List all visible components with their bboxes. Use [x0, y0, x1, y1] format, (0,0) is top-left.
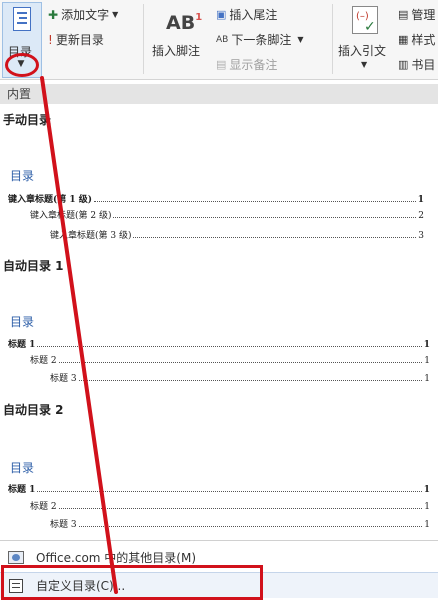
toc-heading: 目录	[10, 169, 35, 183]
gallery-title-auto-2: 自动目录 2	[3, 403, 64, 417]
insert-citation-icon: (–) ✓	[352, 6, 378, 35]
toc-entry: 键入章标题(第 1 级) 1	[8, 195, 424, 205]
citation-style-button[interactable]: ▦ 样式	[398, 31, 435, 48]
chevron-down-icon: ▼	[297, 35, 304, 44]
ab-icon-text: AB	[166, 12, 196, 34]
annotation-box	[1, 565, 263, 600]
show-notes-icon: ▤	[216, 58, 227, 71]
section-header-builtin: 内置	[0, 84, 438, 104]
citation-style-icon: ▦	[398, 33, 409, 46]
update-toc-button[interactable]: ! 更新目录	[48, 31, 104, 48]
ab-icon-sup: 1	[195, 12, 203, 23]
gallery-title-manual: 手动目录	[3, 113, 52, 127]
office-more-toc-label: Office.com 中的其他目录(M)	[36, 550, 197, 565]
insert-citation-dropdown[interactable]: ▼	[361, 60, 367, 69]
footnote-ab-icon: AB1	[166, 12, 202, 34]
bibliography-button[interactable]: ▥ 书目	[398, 56, 435, 73]
insert-endnote-button[interactable]: ▣ 插入尾注	[216, 6, 277, 23]
update-toc-label: 更新目录	[55, 33, 104, 47]
chevron-down-icon: ▼	[361, 60, 368, 69]
toc-icon	[13, 7, 31, 31]
menu-divider	[0, 540, 438, 541]
insert-citation-label: 插入引文	[338, 44, 387, 58]
toc-entry: 标题 11	[8, 340, 430, 350]
manage-sources-button[interactable]: ▤ 管理	[398, 6, 435, 23]
next-footnote-label: 下一条脚注	[231, 33, 292, 47]
show-notes-label: 显示备注	[229, 58, 278, 72]
office-globe-icon	[8, 550, 24, 564]
toc-heading: 目录	[10, 315, 35, 329]
endnote-icon: ▣	[216, 8, 227, 21]
insert-footnote-label: 插入脚注	[152, 44, 201, 58]
bibliography-icon: ▥	[398, 58, 409, 71]
toc-entry: 标题 11	[8, 485, 430, 495]
next-footnote-icon: AB	[216, 34, 229, 45]
add-text-button[interactable]: ✚ 添加文字 ▼	[48, 6, 118, 23]
toc-entry: 键入章标题(第 2 级) 2	[30, 211, 424, 221]
annotation-circle	[5, 53, 39, 77]
next-footnote-button[interactable]: AB 下一条脚注 ▼	[216, 31, 304, 48]
gallery-title-auto-1: 自动目录 1	[3, 259, 64, 273]
manage-sources-label: 管理	[411, 8, 436, 22]
insert-endnote-label: 插入尾注	[229, 8, 278, 22]
ribbon-separator	[143, 4, 144, 74]
references-ribbon: 目录 ▼ ✚ 添加文字 ▼ ! 更新目录 AB1 插入脚注 ▣ 插入尾注 AB …	[0, 0, 438, 80]
add-text-icon: ✚	[48, 7, 59, 22]
ribbon-separator	[332, 4, 333, 74]
toc-entry: 标题 31	[50, 374, 430, 384]
add-text-label: 添加文字	[61, 8, 110, 22]
toc-entry: 标题 21	[30, 502, 430, 512]
citation-style-label: 样式	[411, 33, 436, 47]
show-notes-button[interactable]: ▤ 显示备注	[216, 56, 277, 73]
chevron-down-icon: ▼	[112, 10, 119, 19]
toc-entry: 标题 31	[50, 520, 430, 530]
manage-sources-icon: ▤	[398, 8, 409, 21]
toc-entry: 标题 21	[30, 356, 430, 366]
toc-entry: 键入章标题(第 3 级) 3	[50, 231, 424, 241]
bibliography-label: 书目	[411, 58, 436, 72]
insert-footnote-button[interactable]: 插入脚注	[152, 42, 200, 59]
update-toc-icon: !	[48, 32, 53, 47]
toc-heading: 目录	[10, 461, 35, 475]
insert-citation-button[interactable]: 插入引文	[338, 42, 386, 59]
